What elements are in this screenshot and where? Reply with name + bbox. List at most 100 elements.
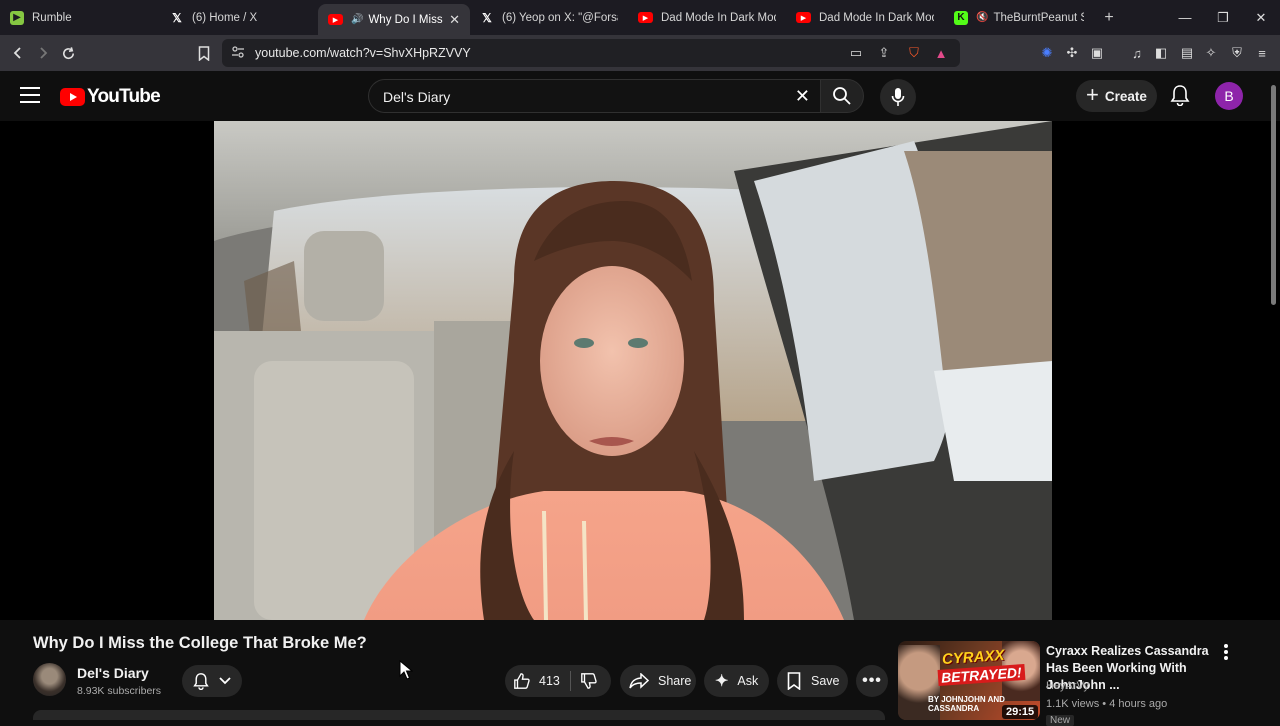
youtube-logo[interactable]: YouTube bbox=[60, 86, 161, 108]
video-duration: 29:15 bbox=[1002, 705, 1039, 719]
tab-title: (6) Yeop on X: "@Forsaken bbox=[502, 11, 618, 24]
browser-menu-icon[interactable]: ≡ bbox=[1254, 45, 1270, 61]
browser-tab[interactable]: K 🔇 TheBurntPeanut Strea bbox=[944, 0, 1094, 35]
youtube-icon: ▶ bbox=[328, 14, 343, 25]
reload-icon[interactable] bbox=[57, 42, 79, 64]
sparkle-icon: ✦ bbox=[715, 673, 729, 690]
tab-title: (6) Home / X bbox=[192, 11, 258, 24]
like-count: 413 bbox=[539, 674, 560, 688]
vpn-shield-icon[interactable]: ⛨ bbox=[1229, 45, 1245, 61]
speaker-icon: 🔊 bbox=[351, 14, 364, 25]
site-info-icon[interactable] bbox=[231, 45, 245, 64]
search-button[interactable] bbox=[820, 79, 864, 113]
ask-label: Ask bbox=[737, 674, 759, 688]
x-icon: 𝕏 bbox=[482, 10, 492, 25]
video-frame-image bbox=[214, 121, 1052, 620]
save-button[interactable]: Save bbox=[777, 665, 848, 697]
search-query: Del's Diary bbox=[383, 89, 451, 105]
tab-title: Rumble bbox=[32, 11, 72, 24]
create-button[interactable]: + Create bbox=[1076, 80, 1157, 112]
browser-tab[interactable]: ▶ Dad Mode In Dark Mode bbox=[628, 0, 786, 35]
browser-tab-strip: ▶ Rumble 𝕏 (6) Home / X ▶ 🔊 Why Do I Mis… bbox=[0, 0, 1280, 35]
mouse-cursor-icon bbox=[399, 659, 414, 685]
sidebar-toggle-icon[interactable]: ◧ bbox=[1153, 45, 1169, 61]
browser-tab[interactable]: ▶ Dad Mode In Dark Mode bbox=[786, 0, 944, 35]
recommended-channel-name[interactable]: HeyArVy bbox=[1046, 680, 1089, 692]
extensions-icon[interactable]: ✣ bbox=[1064, 45, 1080, 61]
bell-icon bbox=[193, 673, 209, 690]
thumbs-up-icon bbox=[514, 673, 530, 689]
upload-age: 4 hours ago bbox=[1109, 698, 1168, 710]
scrollbar-thumb[interactable] bbox=[1271, 85, 1276, 305]
clear-search-icon[interactable]: ✕ bbox=[795, 86, 810, 107]
save-label: Save bbox=[811, 674, 840, 688]
tab-title: TheBurntPeanut Strea bbox=[993, 11, 1084, 24]
share-icon bbox=[629, 673, 649, 689]
x-icon: 𝕏 bbox=[172, 10, 182, 25]
tab-title: Dad Mode In Dark Mode bbox=[819, 11, 934, 24]
youtube-icon: ▶ bbox=[796, 12, 811, 23]
youtube-icon: ▶ bbox=[638, 12, 653, 23]
share-label: Share bbox=[658, 674, 692, 688]
create-label: Create bbox=[1104, 88, 1147, 104]
muted-speaker-icon: 🔇 bbox=[976, 12, 989, 23]
restore-window-icon[interactable]: ❐ bbox=[1204, 0, 1242, 35]
description-box[interactable] bbox=[33, 710, 885, 720]
microphone-icon bbox=[891, 88, 905, 106]
more-actions-button[interactable]: ••• bbox=[856, 665, 888, 697]
tab-title: Dad Mode In Dark Mode bbox=[661, 11, 776, 24]
plus-icon: + bbox=[1086, 82, 1099, 107]
youtube-header: YouTube Del's Diary ✕ + Create B bbox=[0, 71, 1280, 121]
more-vertical-icon[interactable] bbox=[1224, 644, 1230, 660]
more-horizontal-icon: ••• bbox=[862, 672, 882, 689]
search-icon bbox=[833, 87, 851, 105]
chevron-down-icon bbox=[219, 677, 231, 685]
like-button[interactable]: 413 bbox=[505, 672, 570, 690]
channel-avatar[interactable] bbox=[33, 663, 66, 696]
dislike-button[interactable] bbox=[571, 672, 598, 690]
notifications-icon[interactable] bbox=[1170, 84, 1192, 108]
browser-tab[interactable]: ▶ Rumble bbox=[0, 0, 160, 35]
page-scrollbar[interactable] bbox=[1270, 73, 1277, 720]
wallet-icon[interactable]: ▤ bbox=[1179, 45, 1195, 61]
brave-shields-icon[interactable]: ⛉ bbox=[906, 45, 922, 61]
subscription-notifications-button[interactable] bbox=[182, 665, 242, 697]
bookmark-icon[interactable] bbox=[193, 42, 215, 64]
like-dislike-group: 413 bbox=[505, 665, 611, 697]
browser-tab-active[interactable]: ▶ 🔊 Why Do I Miss the ✕ bbox=[318, 4, 470, 35]
media-controls-icon[interactable]: ♫ bbox=[1129, 45, 1145, 61]
subscriber-count: 8.93K subscribers bbox=[77, 685, 162, 697]
address-bar[interactable]: youtube.com/watch?v=ShvXHpRZVVY ▭ ⇪ ⛉ ▲ bbox=[222, 39, 960, 67]
minimize-window-icon[interactable]: — bbox=[1166, 0, 1204, 35]
voice-search-button[interactable] bbox=[880, 79, 916, 115]
channel-name[interactable]: Del's Diary bbox=[77, 665, 149, 681]
youtube-play-icon bbox=[60, 88, 85, 106]
guide-menu-icon[interactable] bbox=[20, 87, 40, 103]
share-page-icon[interactable]: ⇪ bbox=[876, 45, 892, 61]
kick-icon: K bbox=[954, 10, 968, 25]
leo-ai-icon[interactable]: ✧ bbox=[1203, 45, 1219, 61]
browser-tab[interactable]: 𝕏 (6) Yeop on X: "@Forsaken bbox=[470, 0, 628, 35]
cast-icon[interactable]: ▭ bbox=[848, 45, 864, 61]
rumble-icon: ▶ bbox=[10, 10, 24, 25]
share-button[interactable]: Share bbox=[620, 665, 696, 697]
youtube-logo-text: YouTube bbox=[87, 86, 161, 107]
vpn-icon[interactable]: ✺ bbox=[1039, 45, 1055, 61]
video-title: Why Do I Miss the College That Broke Me? bbox=[33, 634, 367, 652]
back-icon[interactable] bbox=[7, 42, 29, 64]
browser-tab[interactable]: 𝕏 (6) Home / X bbox=[160, 0, 318, 35]
new-badge: New bbox=[1046, 715, 1075, 726]
ask-button[interactable]: ✦ Ask bbox=[704, 665, 769, 697]
save-icon bbox=[787, 672, 801, 690]
brave-rewards-icon[interactable]: ▲ bbox=[933, 45, 949, 61]
close-tab-icon[interactable]: ✕ bbox=[449, 12, 460, 28]
close-window-icon[interactable]: ✕ bbox=[1242, 0, 1280, 35]
forward-icon[interactable] bbox=[32, 42, 54, 64]
search-input[interactable]: Del's Diary ✕ bbox=[368, 79, 820, 113]
account-avatar[interactable]: B bbox=[1215, 82, 1243, 110]
thumbs-down-icon bbox=[580, 673, 597, 689]
tab-title: Why Do I Miss the bbox=[368, 13, 443, 26]
video-player[interactable] bbox=[214, 121, 1052, 620]
screenshot-icon[interactable]: ▣ bbox=[1089, 45, 1105, 61]
new-tab-button[interactable]: + bbox=[1094, 9, 1124, 27]
